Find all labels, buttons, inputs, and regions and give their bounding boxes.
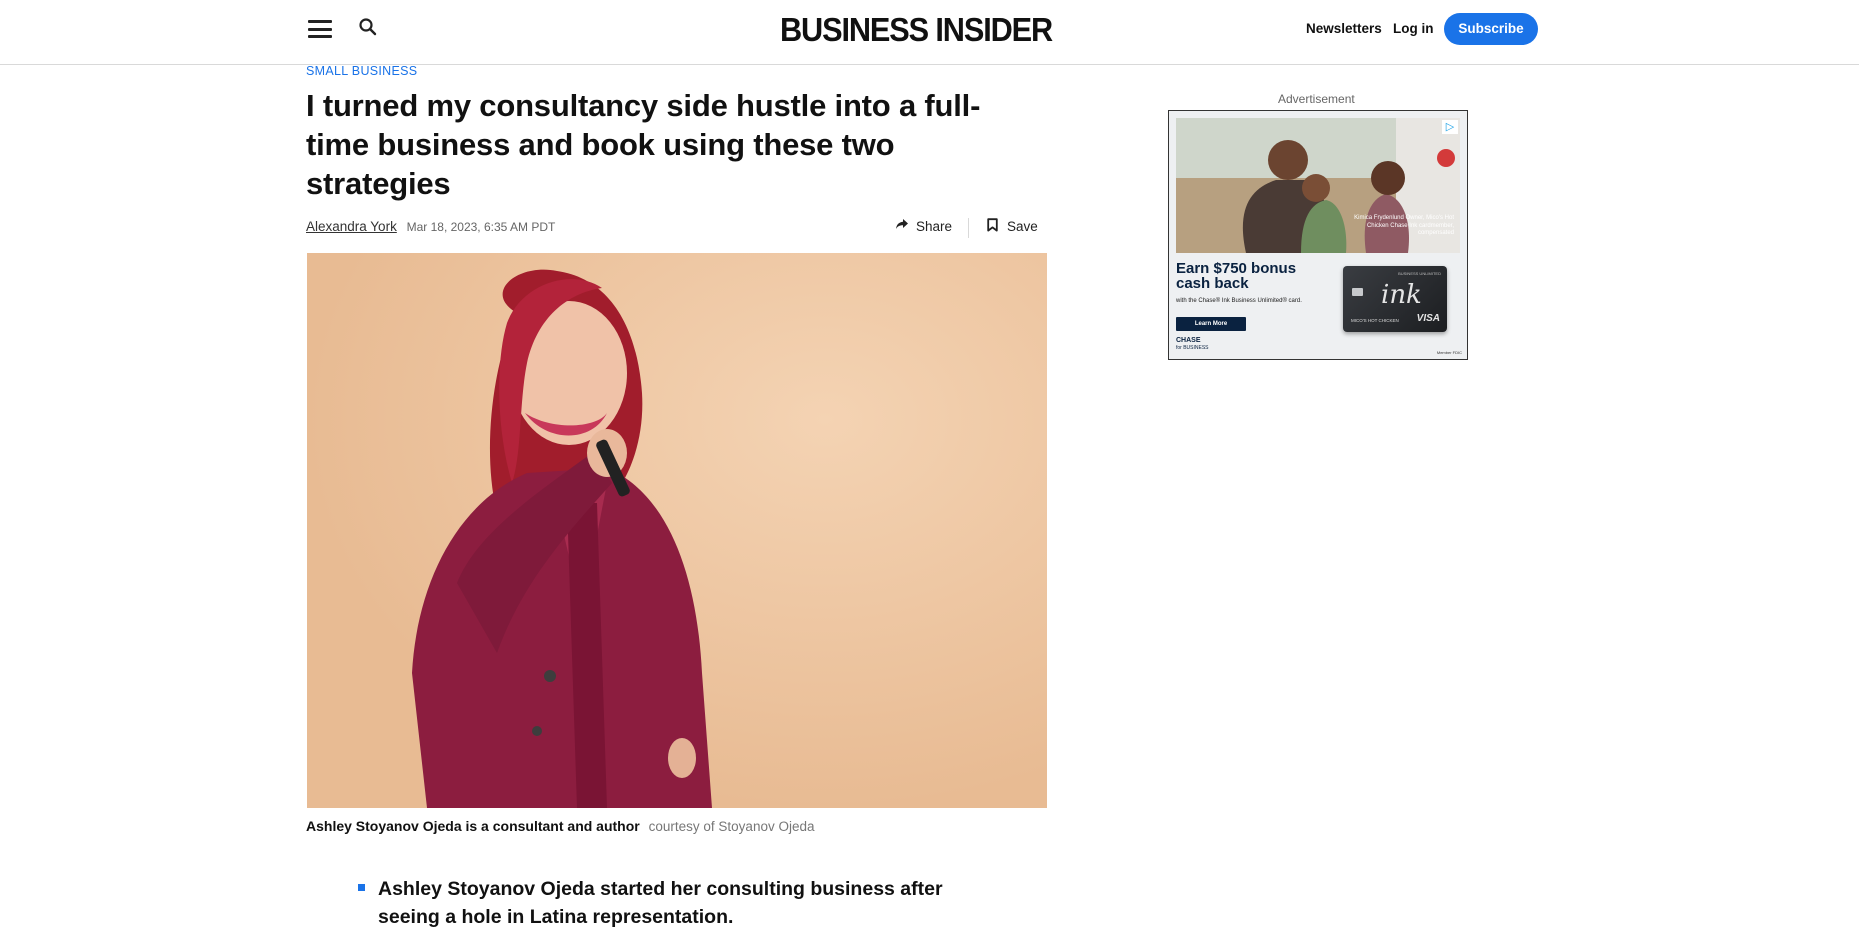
card-chip [1352,288,1363,296]
byline: Alexandra York Mar 18, 2023, 6:35 AM PDT [306,219,555,234]
key-point-text: Ashley Stoyanov Ojeda started her consul… [378,878,943,928]
visa-logo: VISA [1416,313,1440,324]
ad-footnote: Member FDIC [1436,350,1462,355]
ad-heading: Earn $750 bonus cash back [1176,260,1297,292]
card-name: MICO'S HOT CHICKEN [1351,318,1399,323]
share-button[interactable]: Share [895,218,952,234]
adchoices-icon[interactable]: ▷ [1442,120,1458,134]
advertisement-banner[interactable]: ▷ Kimica Frydenlund Owner, Mico's Hot Ch… [1168,110,1468,360]
search-icon[interactable] [358,17,382,41]
key-points-list: Ashley Stoyanov Ojeda started her consul… [358,875,998,931]
ad-photo-text: Kimica Frydenlund Owner, Mico's Hot Chic… [1354,215,1454,236]
menu-icon[interactable] [308,20,332,38]
author-link[interactable]: Alexandra York [306,219,397,234]
site-logo[interactable]: BUSINESS INSIDER [780,11,1053,49]
bullet-marker [358,884,365,891]
hero-illustration [307,253,1047,808]
save-button[interactable]: Save [987,218,1038,235]
caption-text: Ashley Stoyanov Ojeda is a consultant an… [306,818,640,834]
publish-date: Mar 18, 2023, 6:35 AM PDT [406,220,556,234]
login-link[interactable]: Log in [1393,21,1434,36]
ad-cta-button[interactable]: Learn More [1176,317,1246,331]
ad-photo: ▷ Kimica Frydenlund Owner, Mico's Hot Ch… [1176,118,1460,253]
action-divider [968,218,969,238]
site-header: BUSINESS INSIDER Newsletters Log in Subs… [0,0,1859,65]
ad-brand: CHASE [1176,337,1201,344]
key-point-item: Ashley Stoyanov Ojeda started her consul… [358,875,998,931]
ad-brand-sub: for BUSINESS [1176,345,1209,351]
card-top-text: BUSINESS UNLIMITED [1398,271,1441,276]
share-icon [895,218,909,234]
save-label: Save [1007,219,1038,234]
newsletters-link[interactable]: Newsletters [1306,21,1382,36]
credit-card-image: BUSINESS UNLIMITED ink MICO'S HOT CHICKE… [1343,266,1447,332]
subscribe-button[interactable]: Subscribe [1444,13,1538,45]
image-caption: Ashley Stoyanov Ojeda is a consultant an… [306,818,814,834]
card-ink-logo: ink [1381,280,1422,310]
article-headline: I turned my consultancy side hustle into… [306,88,981,201]
bookmark-icon [987,218,998,235]
ad-label: Advertisement [1278,92,1355,106]
category-link[interactable]: SMALL BUSINESS [306,64,417,78]
share-label: Share [916,218,953,234]
caption-credit: courtesy of Stoyanov Ojeda [648,819,815,834]
ad-subtext: with the Chase® Ink Business Unlimited® … [1176,298,1302,304]
hero-image [307,253,1047,808]
